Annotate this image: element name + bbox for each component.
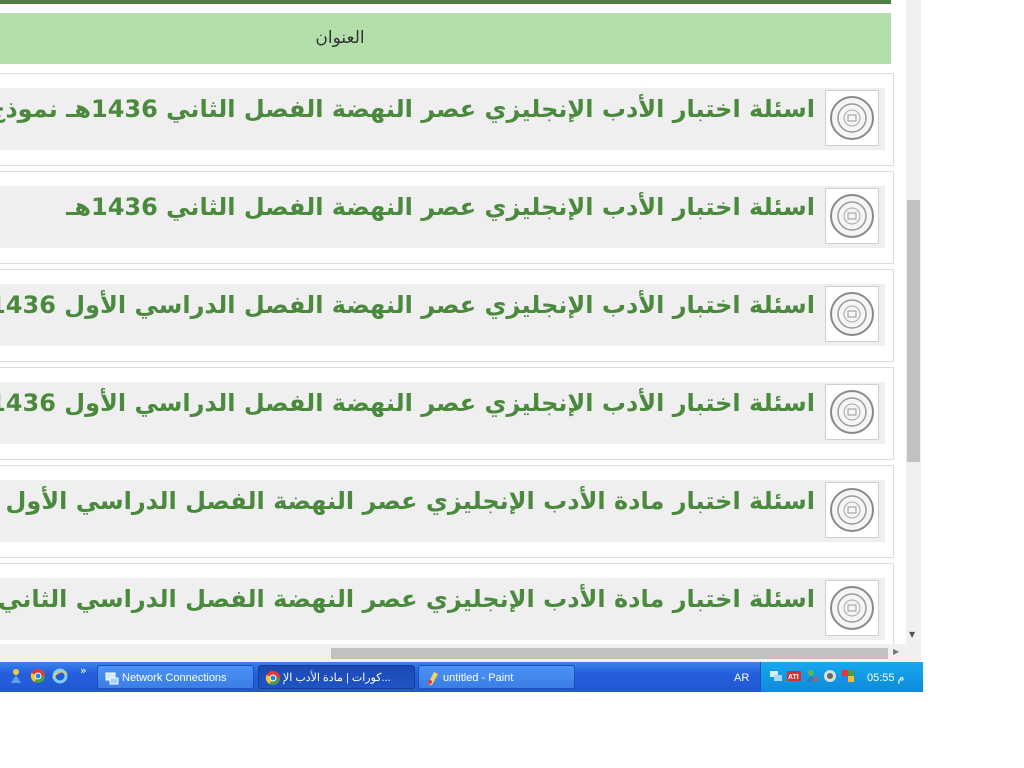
task-label: كورات | مادة الأدب الإ... <box>283 672 391 684</box>
task-network-connections[interactable]: Network Connections <box>97 665 254 689</box>
list-item-thumbnail[interactable] <box>825 482 879 538</box>
horizontal-scroll-thumb[interactable] <box>331 648 888 659</box>
list-item-title[interactable]: اسئلة اختبار مادة الأدب الإنجليزي عصر ال… <box>0 585 815 613</box>
list-item-thumbnail[interactable] <box>825 188 879 244</box>
vertical-scroll-thumb[interactable] <box>907 200 920 462</box>
messenger-icon[interactable] <box>8 668 24 684</box>
list-item-thumbnail[interactable] <box>825 90 879 146</box>
task-label: untitled - Paint <box>443 672 514 684</box>
scroll-right-arrow-icon[interactable]: ▶ <box>893 647 899 656</box>
network-icon <box>105 672 119 685</box>
language-indicator[interactable]: AR <box>734 672 749 684</box>
speaker-icon[interactable] <box>823 669 837 683</box>
scroll-down-arrow-icon[interactable]: ▼ <box>909 630 915 639</box>
list-item-title[interactable]: اسئلة اختبار الأدب الإنجليزي عصر النهضة … <box>0 291 815 319</box>
security-shield-icon[interactable] <box>841 669 855 683</box>
list-item-title[interactable]: اسئلة اختبار الأدب الإنجليزي عصر النهضة … <box>0 95 815 123</box>
ati-icon[interactable]: ATI <box>787 669 801 683</box>
list-item-thumbnail[interactable] <box>825 286 879 342</box>
svg-text:ATI: ATI <box>788 674 799 681</box>
chrome-icon <box>265 671 280 685</box>
scrollbar-corner <box>906 644 921 662</box>
vertical-scrollbar[interactable]: ▼ <box>906 0 921 644</box>
list-item-thumbnail[interactable] <box>825 384 879 440</box>
paint-icon <box>428 672 438 685</box>
list-item[interactable]: اسئلة اختبار مادة الأدب الإنجليزي عصر ال… <box>0 465 894 558</box>
list-item[interactable]: اسئلة اختبار الأدب الإنجليزي عصر النهضة … <box>0 73 894 166</box>
seal-icon <box>830 488 874 532</box>
top-divider <box>0 0 891 4</box>
task-chrome-window[interactable]: كورات | مادة الأدب الإ... <box>258 665 415 689</box>
list-item[interactable]: اسئلة اختبار الأدب الإنجليزي عصر النهضة … <box>0 269 894 362</box>
list-item[interactable]: اسئلة اختبار مادة الأدب الإنجليزي عصر ال… <box>0 563 894 644</box>
list-item-title[interactable]: اسئلة اختبار الأدب الإنجليزي عصر النهضة … <box>66 193 815 221</box>
task-paint[interactable]: untitled - Paint <box>418 665 575 689</box>
seal-icon <box>830 586 874 630</box>
list-item[interactable]: اسئلة اختبار الأدب الإنجليزي عصر النهضة … <box>0 367 894 460</box>
seal-icon <box>830 96 874 140</box>
list-item[interactable]: اسئلة اختبار الأدب الإنجليزي عصر النهضة … <box>0 171 894 264</box>
header-title: العنوان <box>315 28 365 48</box>
list-item-title[interactable]: اسئلة اختبار مادة الأدب الإنجليزي عصر ال… <box>0 487 815 515</box>
internet-explorer-icon[interactable] <box>52 668 68 684</box>
list-item-thumbnail[interactable] <box>825 580 879 636</box>
user-status-icon[interactable] <box>805 669 819 683</box>
clock[interactable]: 05:55 م <box>867 671 904 684</box>
taskbar: » Network Connections كورات | مادة الأدب… <box>0 662 923 692</box>
task-label: Network Connections <box>122 672 227 684</box>
list-item-title[interactable]: اسئلة اختبار الأدب الإنجليزي عصر النهضة … <box>0 389 815 417</box>
seal-icon <box>830 292 874 336</box>
web-page: العنوان اسئلة اختبار الأدب الإنجليزي عصر… <box>0 0 906 644</box>
network-tray-icon[interactable] <box>769 669 783 683</box>
seal-icon <box>830 390 874 434</box>
horizontal-scrollbar[interactable]: ▶ <box>0 644 906 662</box>
table-header: العنوان <box>0 13 891 64</box>
quick-launch-chevron-icon[interactable]: » <box>80 664 87 677</box>
seal-icon <box>830 194 874 238</box>
chrome-icon[interactable] <box>30 668 46 684</box>
system-tray: ATI 05:55 م <box>760 662 923 692</box>
